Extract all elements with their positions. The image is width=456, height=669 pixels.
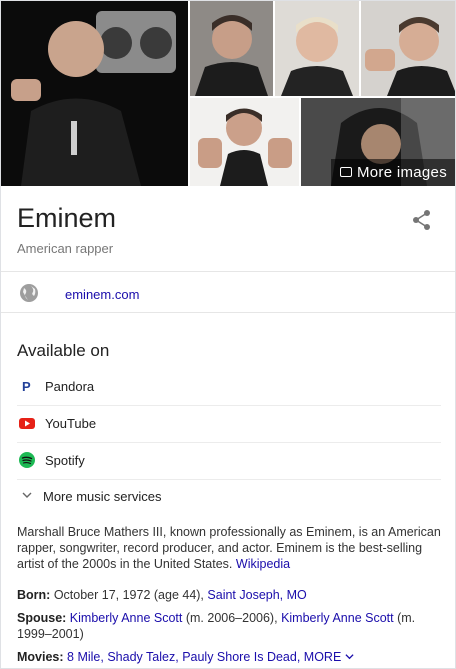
chevron-down-icon — [345, 654, 354, 660]
photo-6[interactable]: More images — [301, 98, 455, 186]
service-spotify[interactable]: Spotify — [17, 442, 441, 479]
photo-4[interactable] — [361, 1, 455, 96]
fact-label: Movies: — [17, 650, 64, 664]
chevron-down-icon — [22, 492, 32, 498]
born-value: October 17, 1972 (age 44), — [53, 588, 204, 602]
available-on-title: Available on — [17, 341, 110, 360]
description: Marshall Bruce Mathers III, known profes… — [17, 524, 441, 572]
service-label: Spotify — [45, 453, 85, 468]
divider — [17, 479, 441, 480]
photo-3[interactable] — [275, 1, 359, 96]
photo-5[interactable] — [190, 98, 299, 186]
movie-link[interactable]: 8 Mile, — [67, 650, 104, 664]
service-youtube[interactable]: YouTube — [17, 405, 441, 442]
spouse-link[interactable]: Kimberly Anne Scott — [70, 611, 183, 625]
divider — [1, 271, 455, 272]
more-images-label: More images — [357, 164, 447, 181]
fact-label: Spouse: — [17, 611, 67, 625]
main-photo[interactable] — [1, 1, 188, 186]
more-music-services-label: More music services — [43, 489, 162, 504]
spouse-link[interactable]: Kimberly Anne Scott — [281, 611, 394, 625]
service-pandora[interactable]: P Pandora — [17, 368, 441, 405]
movie-link[interactable]: Shady Talez, — [107, 650, 178, 664]
entity-title: Eminem — [17, 203, 117, 233]
globe-icon — [19, 283, 39, 303]
camera-icon — [340, 167, 352, 177]
fact-movies: Movies: 8 Mile, Shady Talez, Pauly Shore… — [17, 649, 445, 665]
svg-text:P: P — [22, 379, 31, 394]
website-link[interactable]: eminem.com — [65, 287, 139, 302]
wikipedia-link[interactable]: Wikipedia — [236, 557, 290, 571]
fact-born: Born: October 17, 1972 (age 44), Saint J… — [17, 587, 445, 603]
spouse-dates: (m. 2006–2006), — [185, 611, 278, 625]
service-label: Pandora — [45, 379, 95, 394]
share-button[interactable] — [411, 209, 433, 231]
more-music-services-button[interactable]: More music services — [17, 485, 441, 509]
photo-2[interactable] — [190, 1, 273, 96]
youtube-icon — [19, 418, 35, 429]
knowledge-panel: More images Eminem American rapper emine… — [0, 0, 456, 669]
fact-spouse: Spouse: Kimberly Anne Scott (m. 2006–200… — [17, 610, 445, 642]
entity-subtitle: American rapper — [17, 241, 114, 256]
spotify-icon — [19, 452, 35, 468]
description-text: Marshall Bruce Mathers III, known profes… — [17, 525, 441, 571]
birthplace-link[interactable]: Saint Joseph, MO — [207, 588, 306, 602]
movies-more-button[interactable]: MORE — [304, 650, 354, 664]
more-label: MORE — [303, 650, 342, 664]
divider — [1, 312, 455, 313]
more-images-button[interactable]: More images — [331, 159, 455, 186]
pandora-icon: P — [22, 379, 31, 394]
movie-link[interactable]: Pauly Shore Is Dead, — [182, 650, 300, 664]
service-label: YouTube — [45, 416, 97, 431]
fact-label: Born: — [17, 588, 51, 602]
share-icon — [413, 210, 430, 230]
